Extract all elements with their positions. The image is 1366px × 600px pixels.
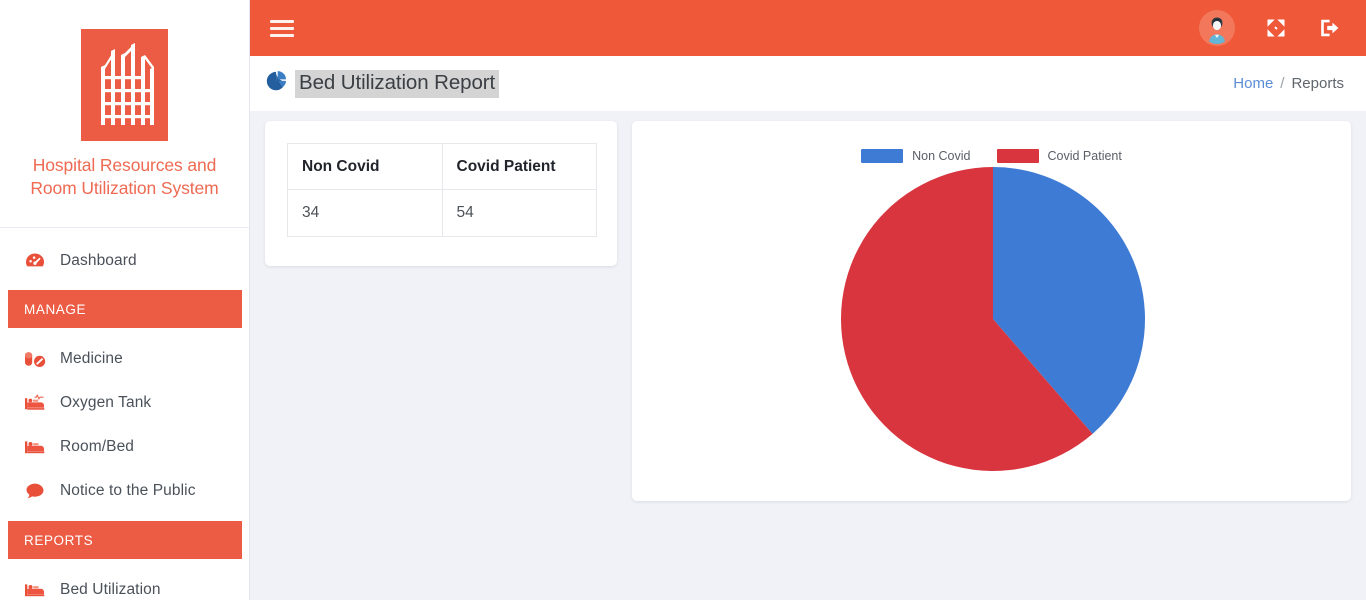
table-cell-covid-patient: 54 — [441, 189, 597, 237]
table-header-cell: Covid Patient — [441, 143, 597, 190]
sidebar-item-dashboard[interactable]: Dashboard — [0, 239, 249, 282]
breadcrumb: Home / Reports — [1233, 75, 1344, 92]
pills-icon — [24, 349, 46, 369]
pie-chart-icon — [266, 70, 288, 97]
hamburger-bar — [270, 33, 294, 37]
sidebar-item-notice-to-the-public[interactable]: Notice to the Public — [0, 469, 249, 512]
pie-chart[interactable] — [841, 167, 1145, 471]
bed-icon — [24, 580, 46, 600]
table-header-row: Non Covid Covid Patient — [287, 143, 597, 190]
sidebar-item-label: Dashboard — [60, 251, 137, 269]
top-navigation-bar — [250, 0, 1366, 56]
bed-icon — [24, 437, 46, 457]
sidebar-item-label: Bed Utilization — [60, 580, 161, 598]
breadcrumb-current: Reports — [1291, 75, 1344, 92]
comment-icon — [24, 481, 46, 501]
sidebar-item-bed-utilization[interactable]: Bed Utilization — [0, 568, 249, 600]
bed-utilization-table: Non Covid Covid Patient 34 54 — [287, 143, 597, 237]
hospital-building-icon — [81, 29, 168, 141]
page-header: Bed Utilization Report Home / Reports — [250, 56, 1366, 111]
legend-swatch — [861, 149, 904, 163]
breadcrumb-separator: / — [1280, 75, 1285, 92]
chart-legend: Non Covid Covid Patient — [632, 149, 1351, 163]
application-window: Hospital Resources and Room Utilization … — [0, 0, 1366, 600]
bed-pulse-icon — [24, 393, 46, 413]
sidebar-item-label: Medicine — [60, 349, 123, 367]
content-area: Non Covid Covid Patient 34 54 Non Covid — [250, 111, 1366, 600]
pie-chart-card: Non Covid Covid Patient — [632, 121, 1351, 501]
sidebar: Hospital Resources and Room Utilization … — [0, 0, 250, 600]
sidebar-item-label: Oxygen Tank — [60, 393, 152, 411]
sidebar-section-label: MANAGE — [24, 301, 87, 317]
tachometer-icon — [24, 251, 46, 271]
sidebar-item-room-bed[interactable]: Room/Bed — [0, 425, 249, 468]
summary-table-card: Non Covid Covid Patient 34 54 — [265, 121, 617, 266]
sidebar-item-label: Room/Bed — [60, 437, 135, 455]
topbar-actions — [1199, 10, 1366, 46]
hamburger-menu-icon[interactable] — [270, 16, 296, 40]
sidebar-section-reports: REPORTS — [8, 521, 242, 559]
legend-label: Non Covid — [912, 149, 971, 163]
hamburger-bar — [270, 19, 294, 23]
legend-entry-non-covid[interactable]: Non Covid — [861, 149, 971, 163]
legend-label: Covid Patient — [1047, 149, 1122, 163]
table-cell-non-covid: 34 — [287, 189, 443, 237]
sidebar-item-label: Notice to the Public — [60, 481, 196, 499]
legend-entry-covid-patient[interactable]: Covid Patient — [996, 149, 1122, 163]
expand-arrows-icon[interactable] — [1263, 15, 1289, 41]
breadcrumb-home-link[interactable]: Home — [1233, 75, 1273, 92]
brand-title: Hospital Resources and Room Utilization … — [30, 155, 219, 198]
sidebar-section-label: REPORTS — [24, 532, 94, 548]
hamburger-bar — [270, 26, 294, 30]
brand-header[interactable]: Hospital Resources and Room Utilization … — [0, 0, 249, 228]
user-avatar-icon[interactable] — [1199, 10, 1235, 46]
sidebar-item-oxygen-tank[interactable]: Oxygen Tank — [0, 381, 249, 424]
page-title-wrap: Bed Utilization Report — [266, 69, 500, 98]
table-header-cell: Non Covid — [287, 143, 443, 190]
table-row: 34 54 — [287, 189, 597, 237]
logout-icon[interactable] — [1317, 15, 1343, 41]
sidebar-item-medicine[interactable]: Medicine — [0, 337, 249, 380]
page-title: Bed Utilization Report — [295, 69, 500, 98]
sidebar-section-manage: MANAGE — [8, 290, 242, 328]
legend-swatch — [996, 149, 1039, 163]
